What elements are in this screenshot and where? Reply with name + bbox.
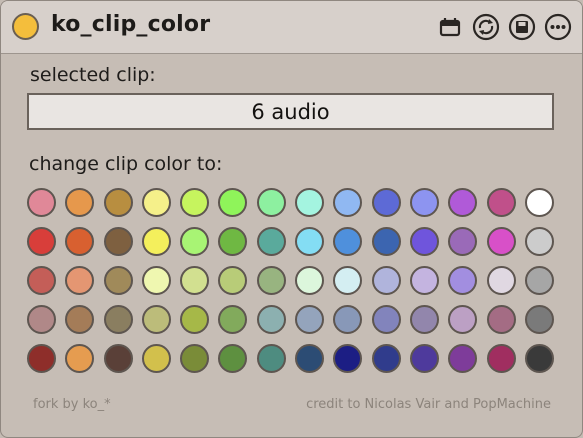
color-swatch[interactable] <box>333 344 363 373</box>
color-swatch[interactable] <box>218 344 248 373</box>
color-swatch[interactable] <box>486 266 516 295</box>
color-swatch[interactable] <box>65 266 95 295</box>
color-swatch[interactable] <box>141 266 171 295</box>
color-swatch[interactable] <box>333 305 363 334</box>
footer-fork-credit: fork by ko_* <box>33 397 111 412</box>
calendar-icon[interactable] <box>436 13 464 41</box>
color-swatch[interactable] <box>180 266 210 295</box>
save-icon[interactable] <box>508 13 536 41</box>
change-color-label: change clip color to: <box>29 153 223 175</box>
color-swatch[interactable] <box>180 305 210 334</box>
color-swatch[interactable] <box>295 266 325 295</box>
color-swatch[interactable] <box>524 266 554 295</box>
color-swatch[interactable] <box>448 188 478 217</box>
device-window: ko_clip_color selected clip: 6 audio cha… <box>0 0 583 438</box>
color-swatch[interactable] <box>295 305 325 334</box>
color-swatch[interactable] <box>333 227 363 256</box>
color-swatch[interactable] <box>256 344 286 373</box>
color-swatch[interactable] <box>27 305 56 334</box>
color-swatch[interactable] <box>409 266 439 295</box>
color-swatch[interactable] <box>409 227 439 256</box>
selected-clip-value: 6 audio <box>251 99 330 124</box>
color-swatch[interactable] <box>256 188 286 217</box>
title-bar-icons <box>436 13 572 41</box>
color-swatch[interactable] <box>486 344 516 373</box>
color-swatch[interactable] <box>409 188 439 217</box>
refresh-icon[interactable] <box>472 13 500 41</box>
device-status-dot[interactable] <box>12 13 39 40</box>
color-swatch[interactable] <box>524 305 554 334</box>
color-swatch[interactable] <box>409 344 439 373</box>
color-swatch[interactable] <box>27 266 56 295</box>
color-swatch[interactable] <box>218 188 248 217</box>
color-swatch[interactable] <box>295 344 325 373</box>
color-swatch[interactable] <box>409 305 439 334</box>
color-swatch[interactable] <box>295 188 325 217</box>
color-swatch[interactable] <box>180 344 210 373</box>
color-swatch[interactable] <box>141 227 171 256</box>
color-swatch[interactable] <box>65 188 95 217</box>
color-swatch[interactable] <box>333 266 363 295</box>
color-swatch[interactable] <box>448 305 478 334</box>
color-swatch[interactable] <box>371 305 401 334</box>
color-swatch[interactable] <box>524 227 554 256</box>
color-swatch[interactable] <box>295 227 325 256</box>
color-swatch[interactable] <box>27 344 56 373</box>
color-swatch[interactable] <box>256 266 286 295</box>
color-swatch[interactable] <box>448 344 478 373</box>
color-swatch[interactable] <box>448 227 478 256</box>
color-swatch[interactable] <box>27 227 56 256</box>
color-swatch[interactable] <box>141 188 171 217</box>
color-swatch[interactable] <box>65 344 95 373</box>
footer-credit: credit to Nicolas Vair and PopMachine <box>306 397 551 412</box>
color-swatch[interactable] <box>180 227 210 256</box>
color-swatch[interactable] <box>218 227 248 256</box>
color-swatch[interactable] <box>333 188 363 217</box>
color-swatch[interactable] <box>180 188 210 217</box>
color-swatch[interactable] <box>218 305 248 334</box>
color-swatch[interactable] <box>103 266 133 295</box>
device-title: ko_clip_color <box>51 12 211 37</box>
color-palette <box>27 188 554 373</box>
color-swatch[interactable] <box>218 266 248 295</box>
color-swatch[interactable] <box>141 344 171 373</box>
color-swatch[interactable] <box>486 227 516 256</box>
color-swatch[interactable] <box>103 227 133 256</box>
color-swatch[interactable] <box>103 305 133 334</box>
color-swatch[interactable] <box>103 188 133 217</box>
color-swatch[interactable] <box>371 344 401 373</box>
color-swatch[interactable] <box>486 188 516 217</box>
selected-clip-field[interactable]: 6 audio <box>27 93 554 130</box>
color-swatch[interactable] <box>65 227 95 256</box>
title-bar: ko_clip_color <box>1 1 582 54</box>
color-swatch[interactable] <box>256 305 286 334</box>
color-swatch[interactable] <box>371 188 401 217</box>
color-swatch[interactable] <box>103 344 133 373</box>
more-icon[interactable] <box>544 13 572 41</box>
color-swatch[interactable] <box>371 266 401 295</box>
color-swatch[interactable] <box>524 188 554 217</box>
color-swatch[interactable] <box>141 305 171 334</box>
selected-clip-label: selected clip: <box>30 64 156 86</box>
color-swatch[interactable] <box>256 227 286 256</box>
color-swatch[interactable] <box>27 188 56 217</box>
color-swatch[interactable] <box>486 305 516 334</box>
color-swatch[interactable] <box>371 227 401 256</box>
color-swatch[interactable] <box>65 305 95 334</box>
color-swatch[interactable] <box>448 266 478 295</box>
color-swatch[interactable] <box>524 344 554 373</box>
